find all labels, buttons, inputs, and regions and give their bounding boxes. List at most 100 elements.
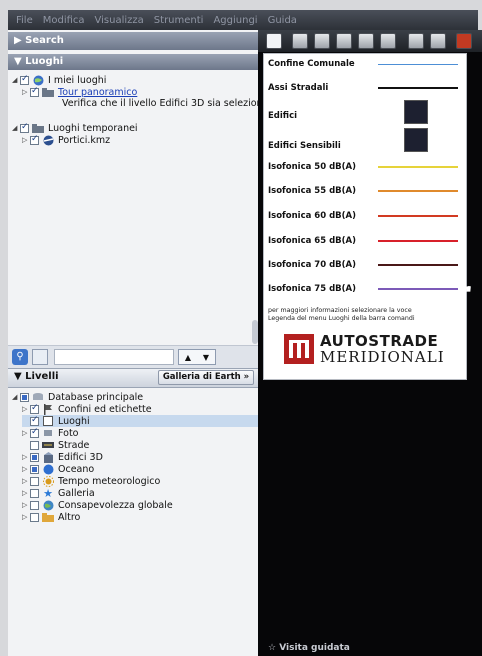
- checkbox[interactable]: [30, 500, 39, 510]
- legend-note-line1: per maggiori informazioni selezionare la…: [268, 307, 412, 314]
- tree-item-label: Portici.kmz: [58, 134, 111, 146]
- flag-icon: [42, 403, 54, 415]
- legend-note: per maggiori informazioni selezionare la…: [268, 307, 464, 323]
- legend-item-iso55: Isofonica 55 dB(A): [268, 185, 464, 197]
- arrow-up-icon[interactable]: ▲: [185, 353, 191, 362]
- checkbox[interactable]: [30, 512, 39, 522]
- checkbox[interactable]: [20, 392, 29, 402]
- livelli-panel-header[interactable]: ▼ Livelli Galleria di Earth »: [8, 368, 258, 388]
- record-tour-button[interactable]: [380, 33, 396, 49]
- road-icon: [42, 440, 54, 450]
- sunlight-button[interactable]: [430, 33, 446, 49]
- tree-item-luoghi-temporanei[interactable]: ◢ Luoghi temporanei: [12, 122, 138, 134]
- tree-item-link[interactable]: Tour panoramico: [58, 87, 137, 98]
- menu-strumenti[interactable]: Strumenti: [154, 15, 204, 26]
- add-placemark-button[interactable]: [292, 33, 308, 49]
- checkbox[interactable]: [20, 122, 29, 133]
- checkbox[interactable]: [30, 427, 39, 438]
- collapse-down-icon: ▼: [14, 56, 26, 67]
- menu-aggiungi[interactable]: Aggiungi: [213, 15, 257, 26]
- star-icon: ★: [43, 486, 53, 500]
- legend-item-iso75: Isofonica 75 dB(A): [268, 283, 464, 295]
- layer-confini[interactable]: ▷ Confini ed etichette: [22, 403, 152, 415]
- expand-right-icon[interactable]: ▷: [22, 465, 30, 473]
- legend-item-iso50: Isofonica 50 dB(A): [268, 161, 464, 173]
- photo-icon: [42, 428, 54, 438]
- layer-edifici-3d[interactable]: ▷ Edifici 3D: [22, 451, 103, 463]
- search-panel-header[interactable]: ▶ Search: [8, 32, 258, 50]
- view-toggle-button[interactable]: [32, 349, 48, 365]
- expand-triangle-icon[interactable]: ◢: [12, 393, 20, 401]
- checkbox[interactable]: [30, 415, 39, 426]
- menu-file[interactable]: File: [16, 15, 33, 26]
- expand-right-icon[interactable]: ▷: [22, 513, 30, 521]
- expand-triangle-icon[interactable]: ◢: [12, 124, 20, 132]
- planets-button[interactable]: [456, 33, 472, 49]
- legend-line-crimson: [378, 240, 458, 242]
- folder-icon: [32, 123, 44, 133]
- checkbox[interactable]: [30, 86, 39, 97]
- legend-item-edifici: Edifici: [268, 110, 464, 122]
- checkbox[interactable]: [30, 488, 39, 498]
- add-overlay-button[interactable]: [358, 33, 374, 49]
- globe-icon: [42, 135, 54, 145]
- legend-label: Isofonica 70 dB(A): [268, 260, 356, 270]
- layer-tempo[interactable]: ▷ Tempo meteorologico: [22, 475, 160, 487]
- layer-luoghi[interactable]: Luoghi: [22, 415, 258, 427]
- layer-foto[interactable]: ▷ Foto: [22, 427, 78, 439]
- checkbox[interactable]: [20, 74, 29, 85]
- expand-right-icon: ▶: [14, 35, 26, 46]
- arrow-down-icon[interactable]: ▼: [203, 353, 209, 362]
- checkbox[interactable]: [30, 452, 39, 462]
- guided-tour-link[interactable]: ☆ Visita guidata: [268, 643, 350, 653]
- expand-right-icon[interactable]: ▷: [22, 489, 30, 497]
- add-polygon-button[interactable]: [314, 33, 330, 49]
- checkbox[interactable]: [30, 464, 39, 474]
- layer-oceano[interactable]: ▷ Oceano: [22, 463, 94, 475]
- layer-altro[interactable]: ▷ Altro: [22, 511, 80, 523]
- layer-label: Consapevolezza globale: [58, 499, 173, 511]
- move-arrows[interactable]: ▲ ▼: [178, 349, 216, 365]
- layer-label: Database principale: [48, 391, 144, 403]
- menu-visualizza[interactable]: Visualizza: [95, 15, 144, 26]
- galleria-earth-button[interactable]: Galleria di Earth »: [158, 370, 254, 385]
- layer-label: Edifici 3D: [58, 451, 103, 463]
- layer-strade[interactable]: Strade: [22, 439, 89, 451]
- menu-modifica[interactable]: Modifica: [43, 15, 85, 26]
- expand-right-icon[interactable]: ▷: [22, 88, 30, 96]
- checkbox[interactable]: [30, 134, 39, 145]
- tree-item-portici-kmz[interactable]: ▷ Portici.kmz: [22, 134, 110, 146]
- layer-galleria[interactable]: ▷ ★ Galleria: [22, 486, 95, 500]
- expand-right-icon[interactable]: ▷: [22, 429, 30, 437]
- tree-item-label: Luoghi temporanei: [48, 122, 138, 134]
- layer-database-principale[interactable]: ◢ Database principale: [12, 391, 143, 403]
- legend-line-blue: [378, 63, 458, 65]
- checkbox[interactable]: [30, 403, 39, 414]
- add-path-button[interactable]: [336, 33, 352, 49]
- legend-line-red: [378, 215, 458, 217]
- expand-right-icon[interactable]: ▷: [22, 136, 30, 144]
- legend-item-confine: Confine Comunale: [268, 58, 464, 70]
- legend-item-iso60: Isofonica 60 dB(A): [268, 210, 464, 222]
- checkbox[interactable]: [30, 440, 39, 450]
- sun-icon: [42, 475, 54, 487]
- legend-label: Edifici: [268, 111, 298, 121]
- places-filter-input[interactable]: [54, 349, 174, 365]
- expand-right-icon[interactable]: ▷: [22, 501, 30, 509]
- globe-icon: [42, 500, 54, 510]
- sidebar-toggle-button[interactable]: [266, 33, 282, 49]
- legend-label: Isofonica 50 dB(A): [268, 162, 356, 172]
- autostrade-logo: AUTOSTRADE MERIDIONALI: [284, 330, 464, 368]
- expand-right-icon[interactable]: ▷: [22, 405, 30, 413]
- expand-triangle-icon[interactable]: ◢: [12, 76, 20, 84]
- menu-guida[interactable]: Guida: [268, 15, 297, 26]
- expand-right-icon[interactable]: ▷: [22, 453, 30, 461]
- luoghi-panel-header[interactable]: ▼ Luoghi: [8, 54, 258, 70]
- layer-label: Luoghi: [58, 415, 90, 427]
- search-places-button[interactable]: ⚲: [12, 349, 28, 365]
- tree-item-i-miei-luoghi[interactable]: ◢ I miei luoghi: [12, 74, 106, 86]
- layer-consapevolezza[interactable]: ▷ Consapevolezza globale: [22, 499, 173, 511]
- expand-right-icon[interactable]: ▷: [22, 477, 30, 485]
- checkbox[interactable]: [30, 476, 39, 486]
- historical-imagery-button[interactable]: [408, 33, 424, 49]
